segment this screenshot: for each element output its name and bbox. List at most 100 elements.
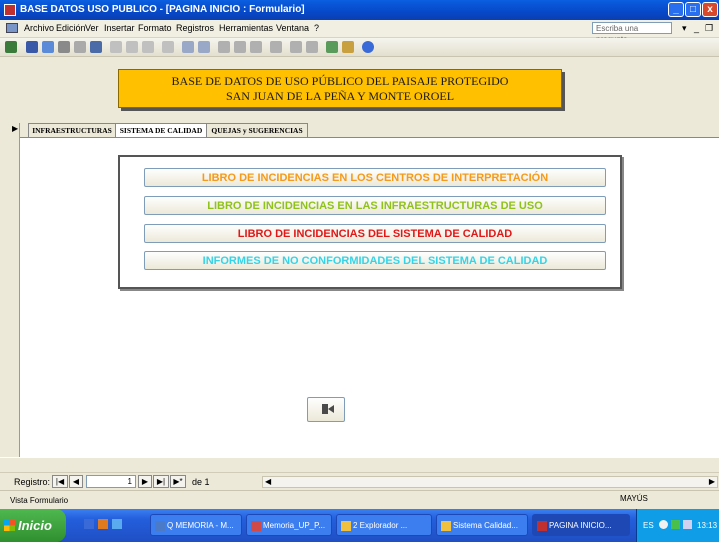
filter-form-icon[interactable] xyxy=(234,41,246,53)
menu-formato[interactable]: Formato xyxy=(138,23,172,33)
tray-volume-icon[interactable] xyxy=(683,520,692,529)
clock[interactable]: 13:13 xyxy=(697,521,717,530)
start-label: Inicio xyxy=(18,518,52,533)
undo-icon[interactable] xyxy=(162,41,174,53)
find-icon[interactable] xyxy=(270,41,282,53)
btn-informes-no-conformidades[interactable]: INFORMES DE NO CONFORMIDADES DEL SISTEMA… xyxy=(144,251,606,270)
folder-icon xyxy=(341,521,351,531)
menu-ver[interactable]: Ver xyxy=(85,23,99,33)
header-line-1: BASE DE DATOS DE USO PÚBLICO DEL PAISAJE… xyxy=(171,74,509,88)
menu-herramientas[interactable]: Herramientas xyxy=(219,23,273,33)
tab-page-sistema-de-calidad: LIBRO DE INCIDENCIAS EN LOS CENTROS DE I… xyxy=(20,137,719,458)
previous-record-button[interactable]: ◀ xyxy=(69,475,83,488)
horizontal-scrollbar[interactable]: ◀ ▶ xyxy=(262,476,718,488)
quicklaunch-ie-icon[interactable] xyxy=(84,519,94,529)
help-icon[interactable] xyxy=(362,41,374,53)
btn-incidencias-centros-interpretacion[interactable]: LIBRO DE INCIDENCIAS EN LOS CENTROS DE I… xyxy=(144,168,606,187)
taskbar: Inicio Q MEMORIA - M... Memoria_UP_P... … xyxy=(0,509,719,542)
next-record-button[interactable]: ▶ xyxy=(138,475,152,488)
taskbar-item-label: Memoria_UP_P... xyxy=(263,521,326,530)
apply-filter-icon[interactable] xyxy=(250,41,262,53)
system-tray: ES 13:13 xyxy=(636,509,719,542)
status-view-mode: Vista Formulario xyxy=(10,496,69,505)
tab-control: ▶ INFRAESTRUCTURAS SISTEMA DE CALIDAD QU… xyxy=(10,123,719,458)
menu-archivo[interactable]: Archivo xyxy=(24,23,54,33)
tab-quejas-y-sugerencias[interactable]: QUEJAS y SUGERENCIAS xyxy=(206,123,308,137)
btn-incidencias-sistema-calidad[interactable]: LIBRO DE INCIDENCIAS DEL SISTEMA DE CALI… xyxy=(144,224,606,243)
ask-dropdown-icon[interactable]: ▾ xyxy=(682,23,687,34)
new-record-icon[interactable] xyxy=(290,41,302,53)
tray-network-icon[interactable] xyxy=(659,520,668,529)
quicklaunch-firefox-icon[interactable] xyxy=(98,519,108,529)
record-pointer-icon: ▶ xyxy=(12,124,19,133)
doc-minimize-icon[interactable]: _ xyxy=(694,23,699,33)
cut-icon[interactable] xyxy=(110,41,122,53)
language-indicator[interactable]: ES xyxy=(643,521,654,530)
form-icon[interactable] xyxy=(6,23,18,33)
tab-infraestructuras[interactable]: INFRAESTRUCTURAS xyxy=(28,123,116,137)
tray-security-icon[interactable] xyxy=(671,520,680,529)
database-window-icon[interactable] xyxy=(326,41,338,53)
record-number-input[interactable]: 1 xyxy=(86,475,136,488)
record-selector[interactable]: ▶ xyxy=(10,123,20,457)
ask-question-input[interactable]: Escriba una pregunta xyxy=(592,22,672,44)
scroll-left-icon[interactable]: ◀ xyxy=(265,477,271,486)
form-header: BASE DE DATOS DE USO PÚBLICO DEL PAISAJE… xyxy=(118,69,562,108)
tab-sistema-de-calidad[interactable]: SISTEMA DE CALIDAD xyxy=(115,123,207,138)
record-navigation: Registro: |◀ ◀ 1 ▶ ▶| ▶* de 1 ◀ ▶ xyxy=(0,473,719,490)
menu-insertar[interactable]: Insertar xyxy=(104,23,135,33)
taskbar-item-label: Q MEMORIA - M... xyxy=(167,521,234,530)
delete-record-icon[interactable] xyxy=(306,41,318,53)
taskbar-item-explorador[interactable]: 2 Explorador ... xyxy=(336,514,432,536)
menu-registros[interactable]: Registros xyxy=(176,23,214,33)
maximize-button[interactable]: □ xyxy=(685,2,701,17)
first-record-button[interactable]: |◀ xyxy=(52,475,68,488)
close-button[interactable]: x xyxy=(702,2,718,17)
status-bar: Vista Formulario MAYÚS xyxy=(0,490,719,508)
taskbar-item-memoria[interactable]: Q MEMORIA - M... xyxy=(150,514,242,536)
taskbar-item-sistema-calidad[interactable]: Sistema Calidad... xyxy=(436,514,528,536)
last-record-button[interactable]: ▶| xyxy=(153,475,169,488)
menu-help[interactable]: ? xyxy=(314,23,319,33)
new-object-icon[interactable] xyxy=(342,41,354,53)
windows-logo-icon xyxy=(4,520,15,531)
exit-button[interactable] xyxy=(307,397,345,422)
access-app-icon[interactable] xyxy=(4,4,16,16)
scroll-right-icon[interactable]: ▶ xyxy=(709,477,715,486)
copy-icon[interactable] xyxy=(126,41,138,53)
menu-edicion[interactable]: Edición xyxy=(56,23,86,33)
paste-icon[interactable] xyxy=(142,41,154,53)
spell-icon[interactable] xyxy=(90,41,102,53)
record-label: Registro: xyxy=(14,477,51,487)
window-title: BASE DATOS USO PUBLICO - [PAGINA INICIO … xyxy=(20,4,305,15)
status-caps-lock: MAYÚS xyxy=(620,494,648,503)
menu-ventana[interactable]: Ventana xyxy=(276,23,309,33)
start-button[interactable]: Inicio xyxy=(0,509,66,542)
sort-asc-icon[interactable] xyxy=(182,41,194,53)
form-area: BASE DE DATOS DE USO PÚBLICO DEL PAISAJE… xyxy=(10,57,719,458)
preview-icon[interactable] xyxy=(74,41,86,53)
new-record-button[interactable]: ▶* xyxy=(170,475,186,488)
taskbar-item-pagina-inicio[interactable]: PAGINA INICIO... xyxy=(532,514,630,536)
doc-restore-icon[interactable]: ❐ xyxy=(705,23,713,34)
folder-icon xyxy=(441,521,451,531)
view-icon[interactable] xyxy=(5,41,17,53)
menu-bar: Archivo Edición Ver Insertar Formato Reg… xyxy=(0,20,719,44)
search-icon[interactable] xyxy=(42,41,54,53)
minimize-button[interactable]: _ xyxy=(668,2,684,17)
quicklaunch-desktop-icon[interactable] xyxy=(112,519,122,529)
taskbar-item-memoria-up[interactable]: Memoria_UP_P... xyxy=(246,514,332,536)
header-line-2: SAN JUAN DE LA PEÑA Y MONTE OROEL xyxy=(225,89,455,103)
filter-icon[interactable] xyxy=(218,41,230,53)
pdf-icon xyxy=(251,521,261,531)
word-icon xyxy=(155,521,165,531)
btn-incidencias-infraestructuras-uso[interactable]: LIBRO DE INCIDENCIAS EN LAS INFRAESTRUCT… xyxy=(144,196,606,215)
toolbar xyxy=(0,38,719,57)
access-icon xyxy=(537,521,547,531)
taskbar-item-label: Sistema Calidad... xyxy=(453,521,518,530)
sort-desc-icon[interactable] xyxy=(198,41,210,53)
save-icon[interactable] xyxy=(26,41,38,53)
exit-door-icon xyxy=(322,404,334,414)
title-bar: BASE DATOS USO PUBLICO - [PAGINA INICIO … xyxy=(0,0,719,20)
print-icon[interactable] xyxy=(58,41,70,53)
